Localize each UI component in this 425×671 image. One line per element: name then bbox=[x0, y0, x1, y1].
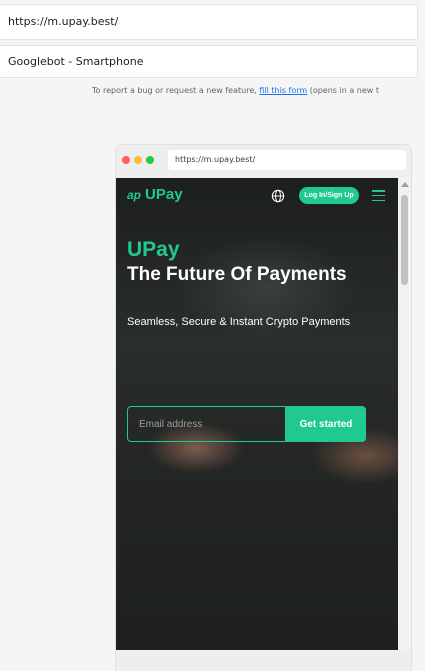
maximize-dot-icon bbox=[146, 156, 154, 164]
url-input[interactable]: https://m.upay.best/ bbox=[0, 4, 418, 40]
scroll-thumb[interactable] bbox=[401, 195, 408, 285]
preview-scrollbar[interactable] bbox=[398, 178, 411, 650]
hero-subtitle: Seamless, Secure & Instant Crypto Paymen… bbox=[127, 316, 351, 328]
site-header: ap UPay Log In/Sign Up bbox=[116, 178, 398, 214]
report-text-after: (opens in a new t bbox=[307, 86, 379, 95]
hero-brand: UPay bbox=[127, 238, 180, 261]
minimize-dot-icon bbox=[134, 156, 142, 164]
window-controls bbox=[122, 156, 154, 164]
upay-logo-mark: ap bbox=[127, 187, 142, 202]
email-input[interactable] bbox=[127, 406, 286, 442]
hamburger-menu-icon[interactable] bbox=[372, 190, 385, 201]
get-started-button[interactable]: Get started bbox=[286, 406, 366, 442]
scroll-up-arrow-icon[interactable] bbox=[401, 182, 409, 187]
report-bug-notice: To report a bug or request a new feature… bbox=[92, 86, 425, 95]
close-dot-icon bbox=[122, 156, 130, 164]
email-signup-form: Get started bbox=[127, 406, 366, 442]
fill-form-link[interactable]: fill this form bbox=[259, 86, 307, 95]
hero-title: The Future Of Payments bbox=[127, 264, 347, 285]
user-agent-select[interactable]: Googlebot - Smartphone bbox=[0, 45, 418, 78]
mobile-preview-frame: https://m.upay.best/ ap UPay Log In/Sign… bbox=[116, 145, 411, 671]
upay-logo[interactable]: ap UPay bbox=[127, 186, 183, 203]
login-signup-button[interactable]: Log In/Sign Up bbox=[299, 187, 359, 204]
report-text-before: To report a bug or request a new feature… bbox=[92, 86, 260, 95]
upay-logo-text: UPay bbox=[145, 186, 183, 203]
preview-bottom-area bbox=[116, 650, 411, 671]
globe-icon[interactable] bbox=[271, 189, 285, 203]
preview-address-bar: https://m.upay.best/ bbox=[168, 150, 406, 170]
preview-viewport[interactable]: ap UPay Log In/Sign Up UPay The Future O… bbox=[116, 178, 411, 650]
